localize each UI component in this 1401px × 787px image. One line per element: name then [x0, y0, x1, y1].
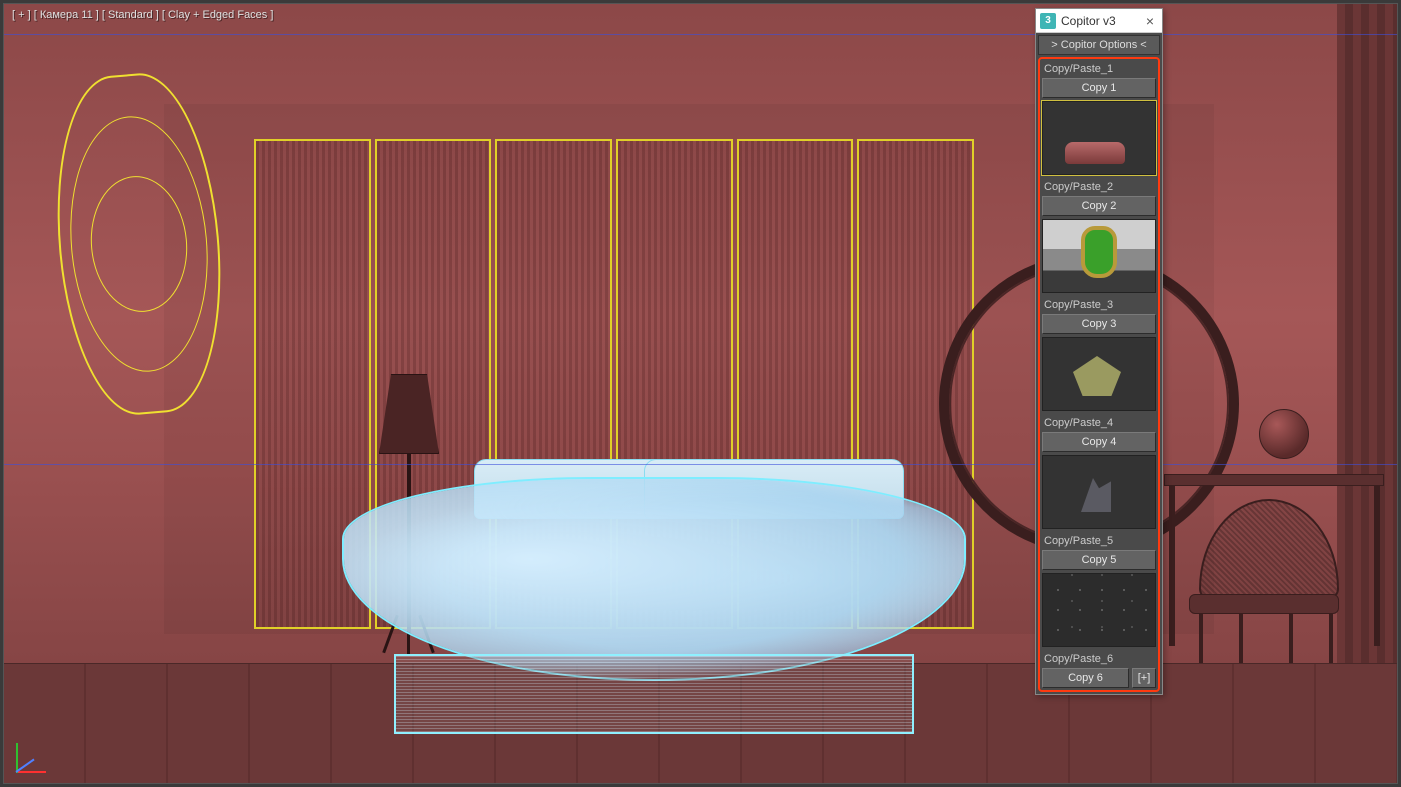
viewport-3d[interactable]: [ + ] [ Камера 11 ] [ Standard ] [ Clay …: [3, 3, 1398, 784]
axis-x-icon: [16, 771, 46, 773]
close-icon[interactable]: ×: [1142, 13, 1158, 29]
slot-thumbnail-3[interactable]: [1042, 337, 1156, 411]
copitor-window[interactable]: 3 Copitor v3 × > Copitor Options < Copy/…: [1035, 8, 1163, 695]
slot-thumbnail-5[interactable]: [1042, 573, 1156, 647]
armchair: [1179, 499, 1349, 669]
copitor-slot-1: Copy/Paste_1 Copy 1: [1042, 61, 1156, 175]
slot-thumbnail-2[interactable]: [1042, 219, 1156, 293]
desk-leg: [1374, 486, 1380, 646]
slot-label: Copy/Paste_4: [1042, 415, 1156, 432]
desk-leg: [1169, 486, 1175, 646]
copitor-slot-2: Copy/Paste_2 Copy 2: [1042, 179, 1156, 293]
copitor-slot-5: Copy/Paste_5 Copy 5: [1042, 533, 1156, 647]
copitor-slot-6: Copy/Paste_6 Copy 6 [+]: [1042, 651, 1156, 688]
slot-label: Copy/Paste_6: [1042, 651, 1156, 668]
copitor-titlebar[interactable]: 3 Copitor v3 ×: [1036, 9, 1162, 33]
slot-thumbnail-4[interactable]: [1042, 455, 1156, 529]
copy-button-6[interactable]: Copy 6: [1042, 668, 1129, 688]
guide-line: [4, 464, 1398, 465]
copitor-slot-3: Copy/Paste_3 Copy 3: [1042, 297, 1156, 411]
slot-label: Copy/Paste_5: [1042, 533, 1156, 550]
copy-button-4[interactable]: Copy 4: [1042, 432, 1156, 452]
app-3dsmax-icon: 3: [1040, 13, 1056, 29]
copy-button-2[interactable]: Copy 2: [1042, 196, 1156, 216]
bed-selected: [344, 459, 964, 734]
slot-label: Copy/Paste_1: [1042, 61, 1156, 78]
add-slot-button[interactable]: [+]: [1132, 668, 1156, 688]
copy-button-3[interactable]: Copy 3: [1042, 314, 1156, 334]
copitor-options-button[interactable]: > Copitor Options <: [1038, 35, 1160, 55]
copitor-slot-4: Copy/Paste_4 Copy 4: [1042, 415, 1156, 529]
slot-thumbnail-1[interactable]: [1042, 101, 1156, 175]
viewport-label[interactable]: [ + ] [ Камера 11 ] [ Standard ] [ Clay …: [12, 9, 273, 21]
guide-line: [4, 34, 1398, 35]
desk-top: [1164, 474, 1384, 486]
copy-button-1[interactable]: Copy 1: [1042, 78, 1156, 98]
copitor-body: > Copitor Options < Copy/Paste_1 Copy 1 …: [1036, 33, 1162, 694]
axis-gizmo[interactable]: [16, 733, 56, 773]
copitor-window-title: Copitor v3: [1061, 14, 1142, 28]
slot-label: Copy/Paste_2: [1042, 179, 1156, 196]
slot-label: Copy/Paste_3: [1042, 297, 1156, 314]
scene-content: [4, 4, 1397, 783]
copy-button-5[interactable]: Copy 5: [1042, 550, 1156, 570]
copitor-slots-highlight: Copy/Paste_1 Copy 1 Copy/Paste_2 Copy 2 …: [1038, 57, 1160, 692]
sphere-lamp: [1259, 409, 1309, 459]
